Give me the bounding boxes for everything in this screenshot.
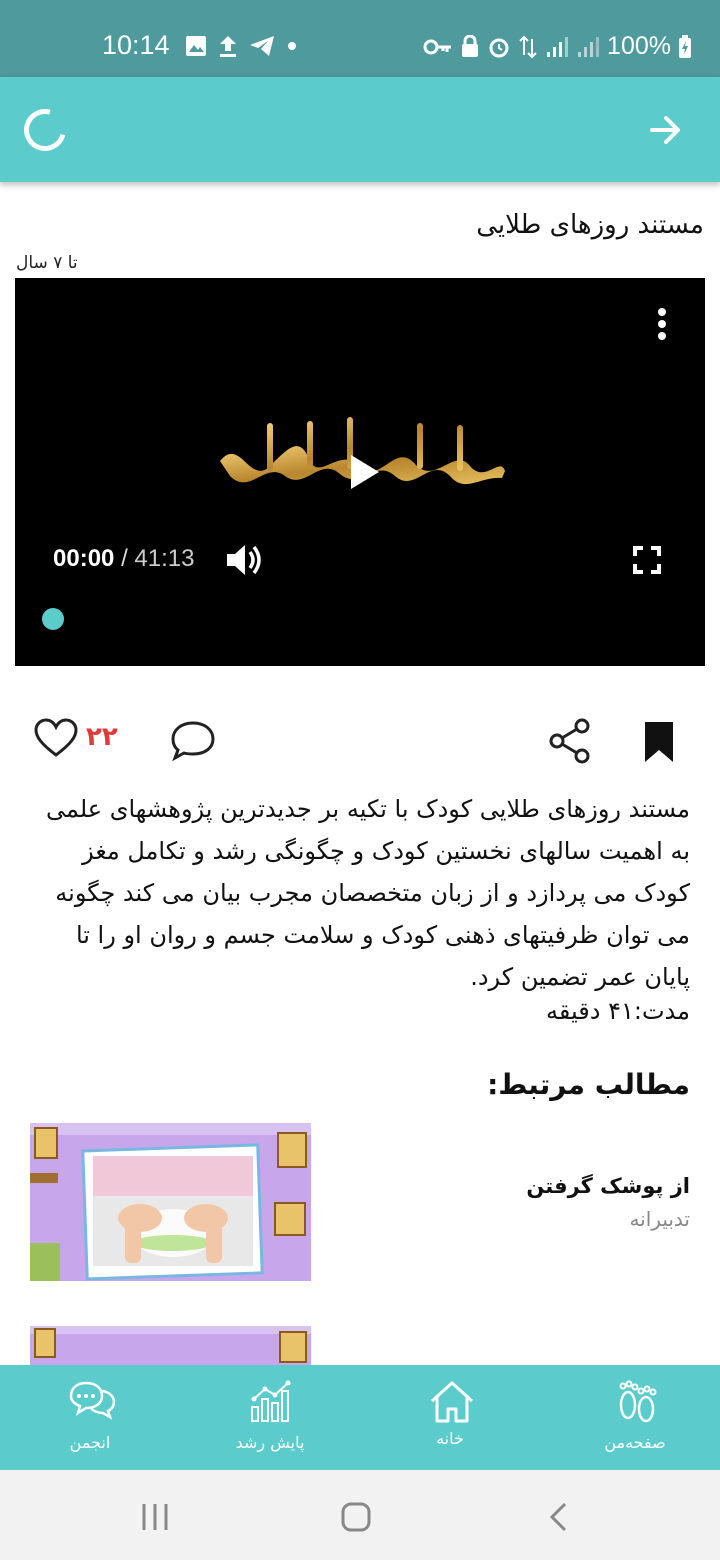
nav-growth[interactable]: پایش رشد [200, 1365, 340, 1470]
battery-percent: 100% [607, 32, 671, 60]
signal-icon-2 [578, 36, 600, 57]
related-thumbnail-2[interactable] [30, 1326, 311, 1366]
age-range: تا ۷ سال [16, 253, 78, 273]
duration-text: مدت:۴۱ دقیقه [546, 997, 690, 1025]
related-thumbnail-2-image [30, 1326, 311, 1366]
related-item-title[interactable]: از پوشک گرفتن [526, 1174, 690, 1198]
nav-home-label: خانه [436, 1429, 464, 1448]
recent-apps-icon[interactable] [140, 1502, 170, 1532]
back-arrow-icon[interactable] [648, 112, 684, 148]
system-navigation [0, 1470, 720, 1560]
video-time: 00:00 / 41:13 [53, 545, 194, 573]
nav-growth-label: پایش رشد [235, 1433, 305, 1452]
potty-illustration [30, 1123, 311, 1281]
play-icon[interactable] [351, 455, 379, 489]
like-heart-icon[interactable] [34, 718, 78, 758]
bottom-navigation: انجمن پایش رشد خانه صفحه‌من [0, 1365, 720, 1470]
footprints-icon [619, 1380, 657, 1423]
fullscreen-icon[interactable] [633, 546, 661, 574]
current-time: 00:00 [53, 545, 115, 572]
volume-icon[interactable] [225, 542, 263, 578]
related-heading: مطالب مرتبط: [487, 1068, 690, 1101]
data-arrows-icon [519, 35, 537, 58]
action-row: ۲۲ [0, 712, 720, 772]
status-time: 10:14 [102, 30, 170, 60]
telegram-icon [250, 36, 274, 56]
nav-forum-label: انجمن [69, 1433, 111, 1452]
like-count: ۲۲ [86, 722, 118, 752]
app-bar [0, 77, 720, 182]
more-options-icon[interactable] [657, 308, 667, 342]
bookmark-icon[interactable] [643, 720, 675, 764]
signal-icon [547, 36, 569, 57]
image-icon [186, 36, 206, 56]
nav-my-page-label: صفحه‌من [604, 1433, 666, 1452]
video-player[interactable]: 00:00 / 41:13 [15, 278, 705, 666]
share-icon[interactable] [548, 718, 592, 764]
dot-icon [288, 42, 296, 50]
description: مستند روزهای طلایی کودک با تکیه بر جدیدت… [45, 795, 690, 991]
nav-my-page[interactable]: صفحه‌من [565, 1365, 705, 1470]
battery-charging-icon [679, 34, 691, 58]
key-icon [423, 39, 452, 54]
notification-icons [185, 34, 299, 58]
page-title: مستند روزهای طلایی [476, 210, 704, 240]
system-icons: 100% [423, 32, 692, 61]
alarm-icon [489, 38, 509, 57]
seek-handle[interactable] [42, 608, 64, 630]
loading-spinner-icon [16, 101, 74, 159]
home-icon [430, 1381, 474, 1423]
nav-forum[interactable]: انجمن [20, 1365, 160, 1470]
related-thumbnail[interactable] [30, 1123, 311, 1281]
related-item-category: تدبیرانه [629, 1207, 690, 1231]
total-duration: 41:13 [134, 545, 195, 572]
home-button-icon[interactable] [340, 1501, 372, 1533]
nav-home[interactable]: خانه [380, 1365, 520, 1470]
status-bar: 10:14 100% [0, 0, 720, 77]
growth-chart-icon [251, 1380, 291, 1422]
system-back-icon[interactable] [547, 1502, 569, 1532]
comment-icon[interactable] [170, 720, 216, 762]
time-separator: / [121, 545, 128, 572]
chat-bubbles-icon [69, 1381, 116, 1420]
lock-icon [462, 34, 479, 57]
upload-icon [220, 36, 236, 57]
